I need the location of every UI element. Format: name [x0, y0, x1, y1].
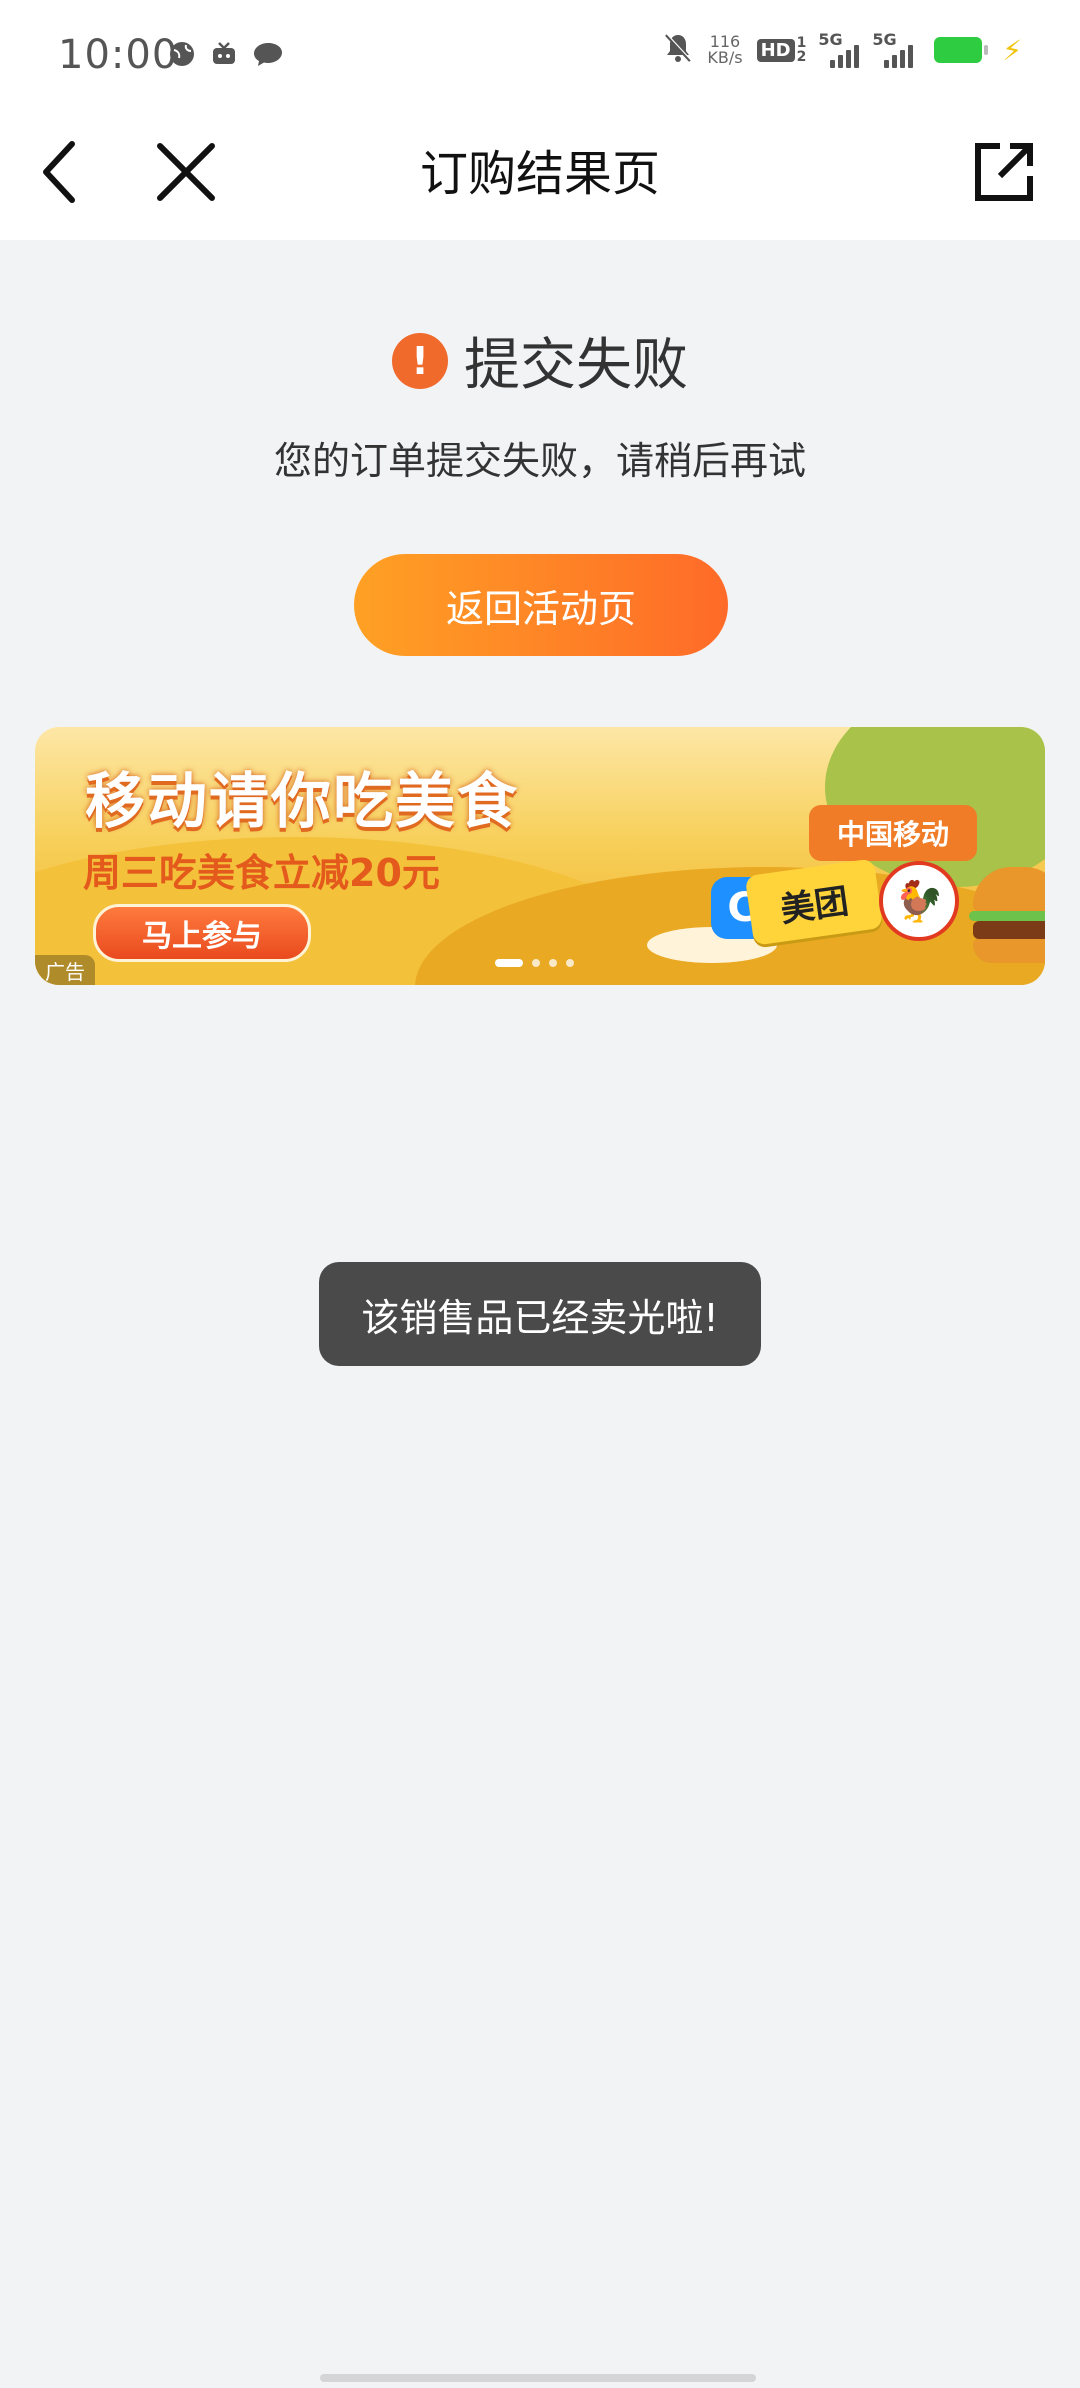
burger-illustration — [969, 867, 1045, 967]
banner-subtitle: 周三吃美食立减20元 — [83, 851, 440, 895]
result-title: 提交失败 — [464, 333, 688, 398]
sim-indices: 1 2 — [797, 36, 807, 64]
result-header: ! 提交失败 — [0, 320, 1080, 401]
return-to-activity-button[interactable]: 返回活动页 — [354, 554, 728, 656]
result-description: 您的订单提交失败，请稍后再试 — [273, 439, 806, 483]
globe-icon — [168, 40, 196, 72]
carousel-dot — [549, 959, 557, 967]
page-title: 订购结果页 — [419, 146, 660, 202]
ad-label: 广告 — [35, 955, 95, 985]
share-external-icon — [975, 143, 1033, 201]
signal2-label: 5G — [872, 30, 897, 49]
hd-label: HD — [756, 38, 795, 62]
network-speed-unit: KB/s — [707, 48, 743, 67]
rooster-logo-icon: 🐓 — [879, 861, 959, 941]
status-right-icons: 116 KB/s HD 1 2 5G 5G ⚡ — [663, 30, 1022, 68]
warning-icon: ! — [392, 332, 448, 389]
share-button[interactable] — [964, 132, 1044, 212]
banner-title: 移动请你吃美食 — [85, 767, 519, 837]
status-bar: 10:00 116 KB/s HD 1 2 5G 5G ⚡ — [0, 0, 1080, 104]
promo-banner[interactable]: 移动请你吃美食 周三吃美食立减20元 马上参与 中国移动 C 美团 🐓 广告 — [35, 727, 1045, 985]
sim1-label: 1 — [796, 35, 807, 51]
nav-bar: 订购结果页 — [0, 104, 1080, 240]
network-speed: 116 KB/s — [707, 34, 742, 66]
mute-bell-icon — [663, 32, 693, 68]
toast-message: 该销售品已经卖光啦! — [319, 1262, 761, 1366]
charging-bolt-icon: ⚡ — [1002, 33, 1022, 67]
signal-strength-icon: 5G — [818, 30, 860, 68]
chat-bubble-icon — [252, 40, 284, 72]
hd-badge: HD 1 2 — [756, 36, 807, 64]
signal-strength-icon-2: 5G — [872, 30, 920, 68]
status-left-icons — [168, 40, 284, 72]
banner-join-button[interactable]: 马上参与 — [93, 904, 311, 962]
battery-icon — [934, 37, 989, 63]
china-mobile-tag: 中国移动 — [809, 805, 977, 861]
status-time: 10:00 — [58, 32, 179, 78]
carousel-dot — [566, 959, 574, 967]
carousel-indicator — [495, 959, 574, 967]
home-indicator[interactable] — [320, 2374, 756, 2382]
tv-icon — [210, 40, 238, 72]
signal1-label: 5G — [818, 30, 843, 49]
carousel-dot — [532, 959, 540, 967]
sim2-label: 2 — [796, 49, 807, 65]
carousel-dot-active — [495, 959, 523, 967]
